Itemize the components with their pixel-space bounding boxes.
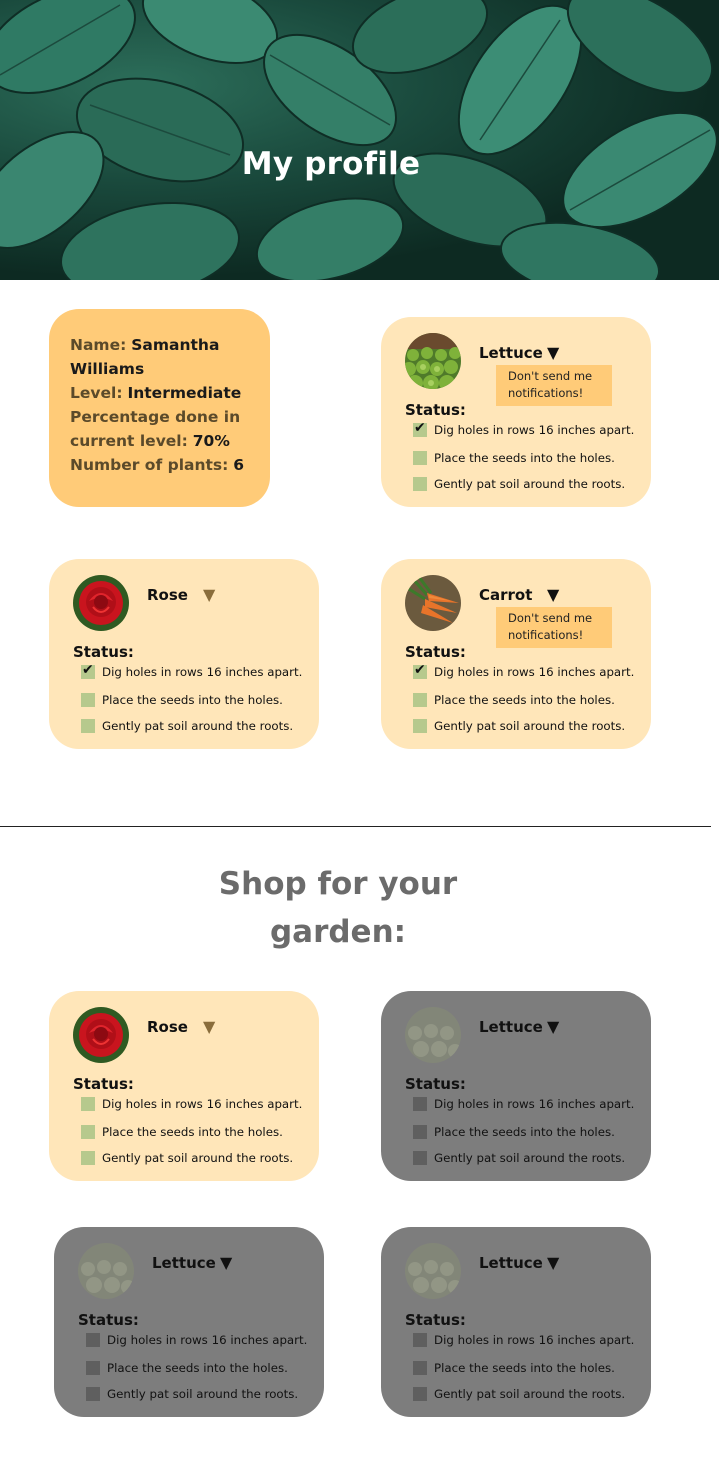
plants-count-value: 6 (233, 456, 245, 474)
status-label: Status: (405, 643, 466, 661)
checkbox-checked[interactable] (81, 662, 95, 679)
plant-name: Lettuce (152, 1254, 216, 1272)
task-text: Gently pat soil around the roots. (434, 1387, 626, 1401)
plant-card-rose: Rose ▼ Status: Dig holes in rows 16 inch… (49, 559, 319, 749)
plant-name: Carrot (479, 586, 533, 604)
task-text: Place the seeds into the holes. (107, 1361, 288, 1375)
checkbox[interactable] (413, 451, 427, 465)
task-text: Dig holes in rows 16 inches apart. (434, 1333, 635, 1347)
level-value: Intermediate (127, 384, 242, 402)
status-label: Status: (73, 1075, 134, 1093)
checkbox-disabled (413, 1333, 427, 1347)
status-label: Status: (405, 1075, 466, 1093)
plant-name: Rose (147, 586, 188, 604)
shop-section-title: Shop for your garden: (218, 866, 458, 950)
task-text: Gently pat soil around the roots. (102, 1151, 294, 1165)
status-label: Status: (405, 1311, 466, 1329)
plant-name: Lettuce (479, 1254, 543, 1272)
plant-name: Rose (147, 1018, 188, 1036)
checkbox[interactable] (413, 693, 427, 707)
shop-item-rose[interactable]: Rose ▼ Status: Dig holes in rows 16 inch… (49, 991, 319, 1181)
checkbox[interactable] (81, 1097, 95, 1111)
task-text: Place the seeds into the holes. (102, 693, 283, 707)
profile-level-row: Level: Intermediate (70, 381, 252, 405)
task-text: Dig holes in rows 16 inches apart. (434, 1097, 635, 1111)
dropdown-arrow-icon[interactable]: ▼ (547, 585, 559, 604)
task-text: Gently pat soil around the roots. (434, 477, 626, 491)
checkbox[interactable] (81, 1151, 95, 1165)
dropdown-arrow-icon[interactable]: ▼ (547, 343, 559, 362)
rose-image (73, 575, 129, 631)
task-text: Gently pat soil around the roots. (102, 719, 294, 733)
task-text: Place the seeds into the holes. (434, 693, 615, 707)
plant-name: Lettuce (479, 1018, 543, 1036)
checkbox-disabled (413, 1097, 427, 1111)
checkbox-checked[interactable] (413, 662, 427, 679)
plant-card-carrot: Carrot ▼ Don't send me notifications! St… (381, 559, 651, 749)
checkbox[interactable] (413, 477, 427, 491)
plant-name: Lettuce (479, 344, 543, 362)
lettuce-image (405, 1007, 461, 1063)
dropdown-arrow-icon[interactable]: ▼ (220, 1253, 232, 1272)
status-label: Status: (78, 1311, 139, 1329)
checkbox-disabled (86, 1387, 100, 1401)
task-text: Dig holes in rows 16 inches apart. (434, 665, 635, 679)
hero-banner: My profile (0, 0, 719, 280)
dropdown-arrow-icon[interactable]: ▼ (547, 1253, 559, 1272)
profile-percent-row: Percentage done in current level: 70% (70, 405, 252, 453)
plant-card-lettuce: Lettuce ▼ Don't send me notifications! S… (381, 317, 651, 507)
checkbox-disabled (86, 1361, 100, 1375)
plants-count-label: Number of plants: (70, 456, 229, 474)
checkbox-disabled (86, 1333, 100, 1347)
checkbox-disabled (413, 1125, 427, 1139)
checkbox[interactable] (81, 693, 95, 707)
profile-plants-row: Number of plants: 6 (70, 453, 252, 477)
checkbox[interactable] (81, 719, 95, 733)
dont-notify-button[interactable]: Don't send me notifications! (496, 607, 612, 648)
status-label: Status: (73, 643, 134, 661)
lettuce-image (405, 1243, 461, 1299)
task-text: Gently pat soil around the roots. (434, 1151, 626, 1165)
profile-name-row: Name: Samantha Williams (70, 333, 252, 381)
checkbox[interactable] (413, 719, 427, 733)
dropdown-arrow-icon[interactable]: ▼ (203, 585, 215, 604)
task-text: Dig holes in rows 16 inches apart. (102, 1097, 303, 1111)
level-label: Level: (70, 384, 123, 402)
checkbox-disabled (413, 1361, 427, 1375)
checkbox-disabled (413, 1387, 427, 1401)
status-label: Status: (405, 401, 466, 419)
dropdown-arrow-icon[interactable]: ▼ (203, 1017, 215, 1036)
page-title: My profile (241, 146, 421, 182)
leaves-background-image (0, 0, 718, 280)
dont-notify-button[interactable]: Don't send me notifications! (496, 365, 612, 406)
checkbox[interactable] (81, 1125, 95, 1139)
task-text: Place the seeds into the holes. (434, 1125, 615, 1139)
task-text: Dig holes in rows 16 inches apart. (102, 665, 303, 679)
task-text: Place the seeds into the holes. (434, 451, 615, 465)
task-text: Place the seeds into the holes. (434, 1361, 615, 1375)
percent-value: 70% (192, 432, 230, 450)
shop-item-lettuce-locked[interactable]: Lettuce ▼ Status: Dig holes in rows 16 i… (54, 1227, 324, 1417)
shop-item-lettuce-locked[interactable]: Lettuce ▼ Status: Dig holes in rows 16 i… (381, 991, 651, 1181)
name-label: Name: (70, 336, 127, 354)
profile-info-card: Name: Samantha Williams Level: Intermedi… (49, 309, 270, 507)
section-divider (0, 826, 711, 827)
lettuce-image (78, 1243, 134, 1299)
task-text: Dig holes in rows 16 inches apart. (434, 423, 635, 437)
task-text: Gently pat soil around the roots. (434, 719, 626, 733)
lettuce-image (405, 333, 461, 389)
task-text: Gently pat soil around the roots. (107, 1387, 299, 1401)
task-text: Place the seeds into the holes. (102, 1125, 283, 1139)
checkbox-checked[interactable] (413, 420, 427, 437)
dropdown-arrow-icon[interactable]: ▼ (547, 1017, 559, 1036)
carrot-image (405, 575, 461, 631)
shop-item-lettuce-locked[interactable]: Lettuce ▼ Status: Dig holes in rows 16 i… (381, 1227, 651, 1417)
task-text: Dig holes in rows 16 inches apart. (107, 1333, 308, 1347)
rose-image (73, 1007, 129, 1063)
checkbox-disabled (413, 1151, 427, 1165)
